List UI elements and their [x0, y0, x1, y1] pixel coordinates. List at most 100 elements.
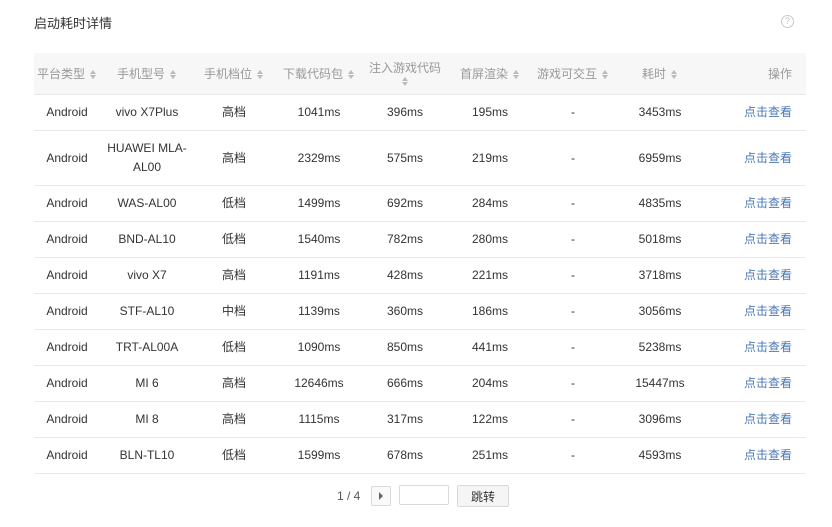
cell-tier: 低档 — [194, 185, 274, 222]
cell-inject: 428ms — [364, 257, 446, 294]
col-header-inject[interactable]: 注入游戏代码 — [364, 53, 446, 95]
table-row: Android BLN-TL10 低档 1599ms 678ms 251ms -… — [34, 437, 806, 474]
cell-download: 1191ms — [274, 257, 364, 294]
cell-inject: 782ms — [364, 221, 446, 258]
cell-tier: 低档 — [194, 437, 274, 474]
cell-total: 3056ms — [612, 293, 708, 330]
view-details-link[interactable]: 点击查看 — [708, 130, 806, 186]
cell-render: 186ms — [446, 293, 534, 330]
cell-platform: Android — [34, 221, 100, 258]
view-details-link[interactable]: 点击查看 — [708, 329, 806, 366]
sort-icon[interactable] — [602, 69, 609, 80]
table-row: Android WAS-AL00 低档 1499ms 692ms 284ms -… — [34, 185, 806, 222]
sort-icon[interactable] — [671, 69, 678, 80]
table-header-row: 平台类型 手机型号 手机档位 下载代码包 注入游戏代码 首屏渲染 游戏可交互 耗… — [34, 53, 806, 95]
view-details-link[interactable]: 点击查看 — [708, 257, 806, 294]
col-header-model[interactable]: 手机型号 — [100, 53, 194, 95]
col-header-download[interactable]: 下载代码包 — [274, 53, 364, 95]
cell-total: 3096ms — [612, 401, 708, 438]
col-header-tier[interactable]: 手机档位 — [194, 53, 274, 95]
col-label: 下载代码包 — [282, 67, 343, 81]
col-header-action: 操作 — [708, 53, 806, 95]
col-label: 手机档位 — [203, 67, 252, 81]
view-details-link[interactable]: 点击查看 — [708, 221, 806, 258]
cell-platform: Android — [34, 185, 100, 222]
cell-platform: Android — [34, 437, 100, 474]
cell-download: 1599ms — [274, 437, 364, 474]
page-indicator: 1 / 4 — [337, 489, 361, 503]
view-details-link[interactable]: 点击查看 — [708, 94, 806, 131]
cell-download: 1540ms — [274, 221, 364, 258]
cell-interactive: - — [534, 221, 612, 258]
cell-model: WAS-AL00 — [100, 185, 194, 222]
view-details-link[interactable]: 点击查看 — [708, 437, 806, 474]
col-header-interactive[interactable]: 游戏可交互 — [534, 53, 612, 95]
view-details-link[interactable]: 点击查看 — [708, 293, 806, 330]
col-header-total[interactable]: 耗时 — [612, 53, 708, 95]
cell-interactive: - — [534, 94, 612, 131]
cell-platform: Android — [34, 257, 100, 294]
col-label: 手机型号 — [116, 67, 165, 81]
cell-render: 195ms — [446, 94, 534, 131]
startup-time-table: 平台类型 手机型号 手机档位 下载代码包 注入游戏代码 首屏渲染 游戏可交互 耗… — [34, 53, 806, 474]
cell-model: HUAWEI MLA-AL00 — [100, 130, 194, 186]
sort-icon[interactable] — [513, 69, 520, 80]
view-details-link[interactable]: 点击查看 — [708, 401, 806, 438]
cell-interactive: - — [534, 293, 612, 330]
cell-inject: 396ms — [364, 94, 446, 131]
cell-total: 4593ms — [612, 437, 708, 474]
cell-model: vivo X7 — [100, 257, 194, 294]
cell-inject: 575ms — [364, 130, 446, 186]
cell-interactive: - — [534, 329, 612, 366]
cell-total: 3718ms — [612, 257, 708, 294]
cell-platform: Android — [34, 365, 100, 402]
cell-total: 6959ms — [612, 130, 708, 186]
cell-model: MI 6 — [100, 365, 194, 402]
pagination: 1 / 4 跳转 — [0, 485, 832, 507]
cell-render: 204ms — [446, 365, 534, 402]
col-header-render[interactable]: 首屏渲染 — [446, 53, 534, 95]
help-icon[interactable]: ? — [781, 15, 794, 28]
cell-platform: Android — [34, 130, 100, 186]
page-jump-input[interactable] — [399, 485, 449, 505]
col-label: 首屏渲染 — [459, 67, 508, 81]
cell-model: BND-AL10 — [100, 221, 194, 258]
cell-model: BLN-TL10 — [100, 437, 194, 474]
sort-icon[interactable] — [401, 77, 409, 86]
col-label: 耗时 — [641, 67, 666, 81]
cell-platform: Android — [34, 401, 100, 438]
cell-inject: 692ms — [364, 185, 446, 222]
jump-button[interactable]: 跳转 — [457, 485, 509, 507]
table-row: Android TRT-AL00A 低档 1090ms 850ms 441ms … — [34, 329, 806, 366]
cell-total: 4835ms — [612, 185, 708, 222]
cell-tier: 高档 — [194, 365, 274, 402]
cell-model: MI 8 — [100, 401, 194, 438]
sort-icon[interactable] — [170, 69, 177, 80]
page-title: 启动耗时详情 — [34, 16, 113, 31]
cell-download: 1090ms — [274, 329, 364, 366]
cell-download: 1499ms — [274, 185, 364, 222]
cell-render: 284ms — [446, 185, 534, 222]
view-details-link[interactable]: 点击查看 — [708, 185, 806, 222]
cell-interactive: - — [534, 437, 612, 474]
table-row: Android vivo X7 高档 1191ms 428ms 221ms - … — [34, 257, 806, 294]
cell-render: 441ms — [446, 329, 534, 366]
next-page-button[interactable] — [371, 486, 391, 506]
sort-icon[interactable] — [257, 69, 264, 80]
table-row: Android HUAWEI MLA-AL00 高档 2329ms 575ms … — [34, 130, 806, 186]
cell-tier: 中档 — [194, 293, 274, 330]
view-details-link[interactable]: 点击查看 — [708, 365, 806, 402]
cell-download: 12646ms — [274, 365, 364, 402]
col-header-platform[interactable]: 平台类型 — [34, 53, 100, 95]
cell-inject: 317ms — [364, 401, 446, 438]
cell-download: 2329ms — [274, 130, 364, 186]
sort-icon[interactable] — [90, 69, 97, 80]
cell-total: 5018ms — [612, 221, 708, 258]
cell-render: 221ms — [446, 257, 534, 294]
cell-platform: Android — [34, 329, 100, 366]
cell-tier: 高档 — [194, 94, 274, 131]
cell-tier: 高档 — [194, 401, 274, 438]
cell-inject: 360ms — [364, 293, 446, 330]
sort-icon[interactable] — [348, 69, 355, 80]
cell-tier: 高档 — [194, 130, 274, 186]
